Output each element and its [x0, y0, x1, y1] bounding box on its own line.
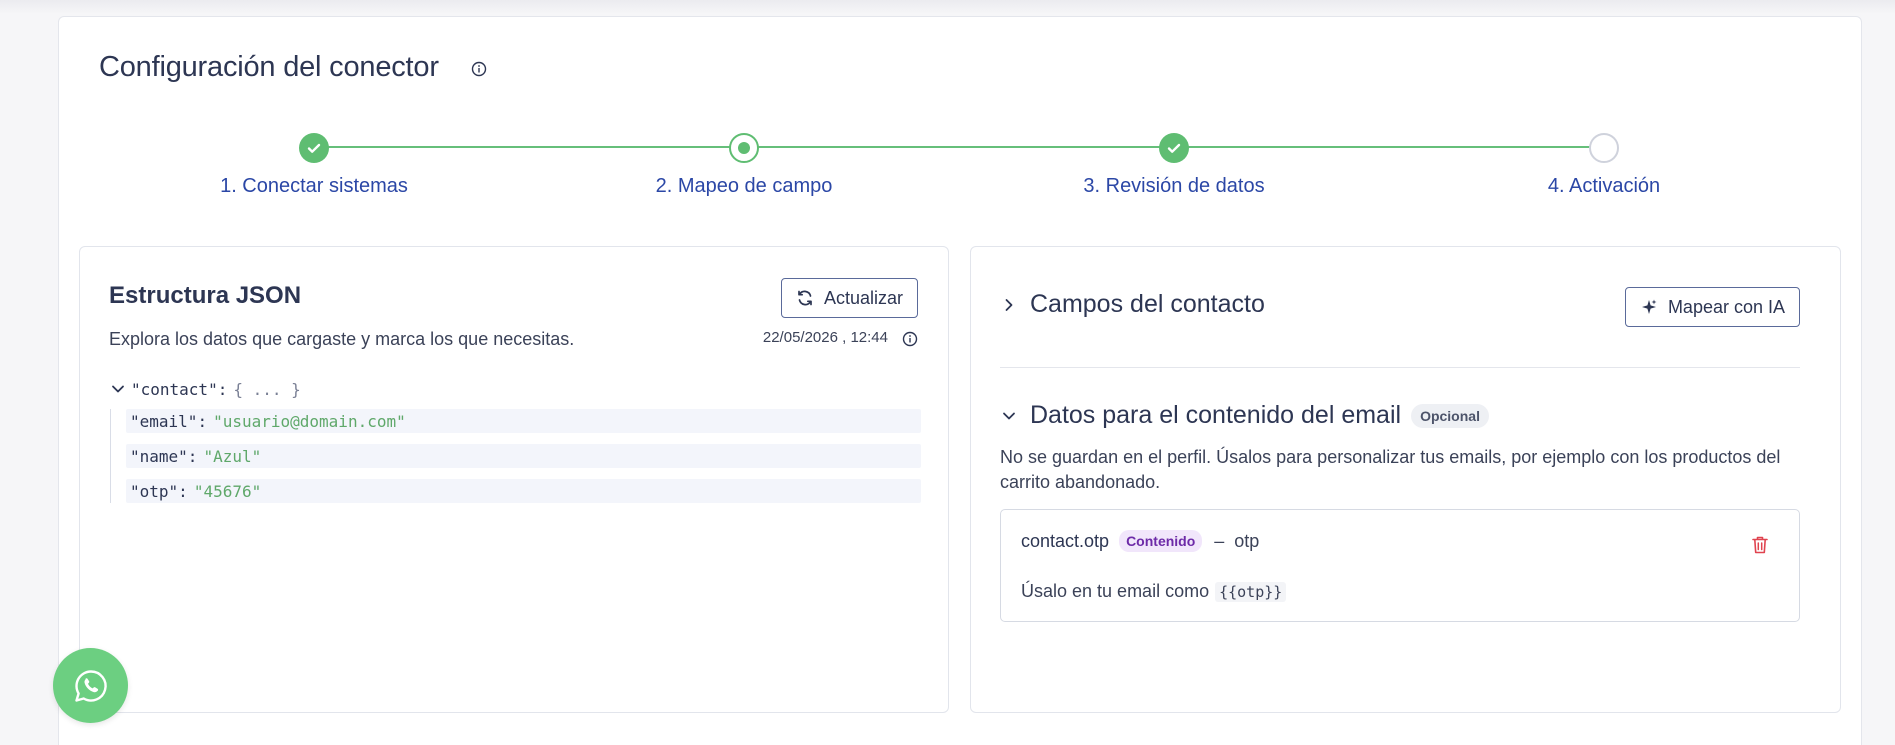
chevron-down-icon[interactable] [1000, 407, 1018, 425]
top-shadow [0, 0, 1895, 14]
email-data-title: Datos para el contenido del email [1030, 401, 1402, 429]
json-value: "Azul" [203, 446, 262, 466]
mapped-field-row: contact.otp Contenido – otp [1021, 530, 1259, 552]
info-icon[interactable] [902, 331, 918, 347]
email-data-header[interactable]: Datos para el contenido del email Opcion… [1000, 401, 1489, 430]
json-tree: "contact": { ... } "email": "usuario@dom… [109, 375, 921, 514]
step-4-circle[interactable] [1589, 133, 1619, 163]
connector-config-card: Configuración del conector 1. Conectar s… [58, 16, 1862, 745]
refresh-label: Actualizar [823, 287, 903, 308]
mapped-field-card: contact.otp Contenido – otp Úsalo en tu … [1000, 509, 1800, 622]
sparkle-icon [1641, 299, 1657, 314]
json-value: "45676" [193, 481, 262, 501]
json-key: "name" [130, 446, 188, 466]
step-label-4[interactable]: 4. Activación [1548, 175, 1660, 198]
check-icon [1167, 143, 1181, 153]
field-mapping-panel: Campos del contacto Mapear con IA Datos … [970, 246, 1841, 713]
field-alias: otp [1234, 530, 1260, 551]
field-name: contact.otp [1021, 530, 1110, 551]
email-data-description: No se guardan en el perfil. Úsalos para … [1000, 447, 1781, 492]
json-tree-root[interactable]: "contact": { ... } [109, 375, 921, 403]
step-3-circle[interactable] [1159, 133, 1189, 163]
contact-fields-header[interactable]: Campos del contacto [1000, 290, 1265, 319]
step-connector [744, 146, 1174, 148]
contact-fields-title: Campos del contacto [1030, 290, 1265, 318]
optional-badge: Opcional [1411, 403, 1489, 428]
step-connector [314, 146, 744, 148]
json-tree-children: "email": "usuario@domain.com" "name": "A… [110, 409, 921, 503]
json-key: "otp" [130, 481, 179, 501]
info-icon[interactable] [471, 61, 487, 77]
json-value: "usuario@domain.com" [213, 411, 406, 431]
json-field-row[interactable]: "name": "Azul" [126, 444, 921, 468]
check-icon [307, 143, 321, 153]
usage-hint: Úsalo en tu email como {{otp}} [1021, 581, 1287, 602]
json-panel-subtitle: Explora los datos que cargaste y marca l… [109, 329, 575, 349]
json-structure-panel: Estructura JSON Actualizar Explora los d… [79, 246, 949, 713]
usage-code[interactable]: {{otp}} [1215, 581, 1287, 602]
json-key: "contact" [131, 379, 218, 399]
step-1-circle[interactable] [299, 133, 329, 163]
json-collapsed-value: { ... } [233, 379, 301, 399]
content-badge: Contenido [1119, 530, 1203, 552]
step-2-circle[interactable] [729, 133, 759, 163]
whatsapp-icon [74, 669, 107, 702]
step-label-3[interactable]: 3. Revisión de datos [1083, 175, 1264, 198]
usage-text: Úsalo en tu email como [1021, 581, 1210, 601]
refresh-button[interactable]: Actualizar [780, 278, 918, 318]
json-panel-title: Estructura JSON [109, 282, 302, 309]
step-label-2[interactable]: 2. Mapeo de campo [656, 175, 833, 198]
json-field-row[interactable]: "email": "usuario@domain.com" [126, 409, 921, 433]
chevron-right-icon[interactable] [1000, 296, 1018, 314]
section-divider [1000, 367, 1800, 368]
step-label-1[interactable]: 1. Conectar sistemas [220, 175, 408, 198]
json-key: "email" [130, 411, 198, 431]
field-dash: – [1214, 530, 1225, 551]
trash-icon[interactable] [1751, 535, 1769, 555]
ai-map-label: Mapear con IA [1667, 296, 1785, 317]
whatsapp-chat-button[interactable] [53, 648, 128, 723]
step-connector [1174, 146, 1604, 148]
refresh-icon [798, 290, 812, 306]
last-updated-timestamp: 22/05/2026 , 12:44 [762, 329, 888, 346]
stepper: 1. Conectar sistemas 2. Mapeo de campo 3… [59, 115, 1863, 215]
page-title: Configuración del conector [99, 51, 439, 83]
chevron-down-icon[interactable] [109, 380, 127, 398]
json-field-row[interactable]: "otp": "45676" [126, 479, 921, 503]
ai-map-button[interactable]: Mapear con IA [1624, 287, 1800, 327]
